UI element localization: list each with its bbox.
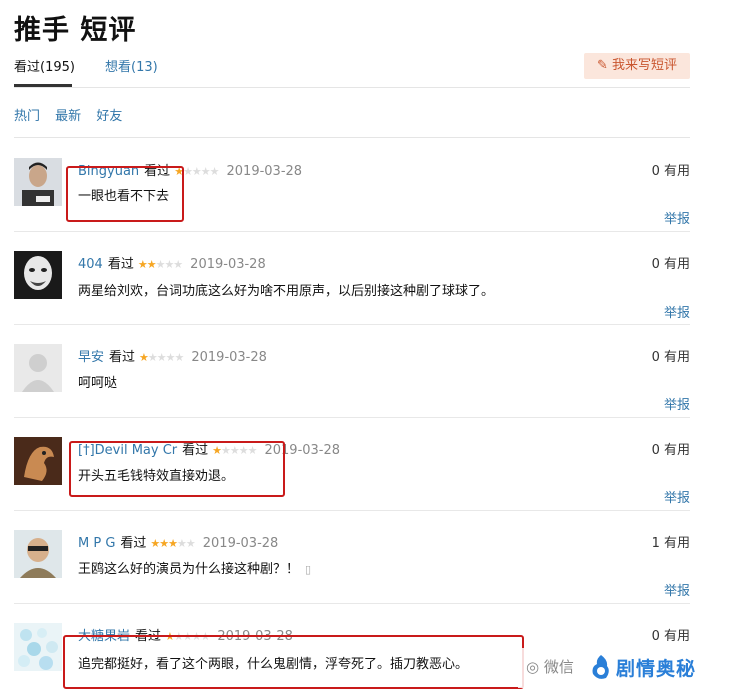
wechat-text: 微信 (543, 658, 574, 676)
highlight-box (63, 635, 524, 689)
highlight-box (66, 166, 184, 222)
watch-status: 看过 (107, 257, 134, 272)
page-title: 推手 短评 (14, 15, 137, 46)
comment-text: 王鸥这么好的演员为什么接这种剧？！ ▯ (78, 558, 311, 577)
brand-name: 剧情奥秘 (616, 658, 697, 680)
report-link[interactable]: 举报 (664, 302, 690, 321)
sort-filters: 热门 最新 好友 (14, 105, 133, 124)
avatar[interactable] (14, 158, 62, 206)
watermark: ◎ 微信 剧情奥秘 (518, 648, 732, 688)
watch-status: 看过 (120, 536, 147, 551)
highlight-box (69, 441, 285, 497)
divider (14, 324, 690, 325)
rating-stars: ★★★★★ (150, 537, 195, 550)
write-review-button[interactable]: ✎ 我来写短评 (584, 53, 690, 79)
comment-meta: 早安 看过 ★★★★★ 2019-03-28 (78, 346, 267, 365)
divider (14, 137, 690, 138)
filter-latest[interactable]: 最新 (55, 109, 81, 124)
comment-meta: 404 看过 ★★★★★ 2019-03-28 (78, 253, 266, 272)
report-link[interactable]: 举报 (664, 208, 690, 227)
comment-meta: M P G 看过 ★★★★★ 2019-03-28 (78, 532, 278, 551)
divider (14, 231, 690, 232)
rating-stars: ★★★★★ (137, 258, 183, 271)
comment-text: 两星给刘欢，台词功底这么好为啥不用原声，以后别接这种剧了球球了。 (78, 284, 495, 299)
avatar[interactable] (14, 437, 62, 485)
username-link[interactable]: 404 (78, 257, 103, 272)
report-link[interactable]: 举报 (664, 394, 690, 413)
avatar[interactable] (14, 344, 62, 392)
write-review-label: 我来写短评 (611, 58, 677, 73)
username-link[interactable]: 早安 (78, 350, 104, 365)
tab-want-to-watch[interactable]: 想看(13) (105, 56, 158, 75)
comment-text-body: 王鸥这么好的演员为什么接这种剧？！ (78, 562, 300, 577)
comment-date: 2019-03-28 (190, 257, 266, 272)
report-link[interactable]: 举报 (664, 487, 690, 506)
wechat-label: ◎ 微信 (526, 658, 574, 676)
divider (14, 510, 690, 511)
brand-logo-icon (590, 654, 612, 680)
useful-vote[interactable]: 0 有用 (652, 346, 690, 365)
report-link[interactable]: 举报 (664, 580, 690, 599)
avatar[interactable] (14, 623, 62, 671)
watch-status: 看过 (109, 350, 136, 365)
pen-icon: ✎ (597, 58, 608, 73)
useful-vote[interactable]: 0 有用 (652, 439, 690, 458)
comment-date: 2019-03-28 (202, 536, 279, 551)
username-link[interactable]: M P G (78, 536, 115, 551)
divider (14, 603, 690, 604)
tab-watched[interactable]: 看过(195) (14, 56, 75, 75)
filter-friends[interactable]: 好友 (96, 109, 122, 124)
filter-hot[interactable]: 热门 (14, 109, 40, 124)
rating-stars: ★★★★★ (139, 351, 184, 364)
avatar[interactable] (14, 251, 62, 299)
phone-icon: ▯ (305, 563, 312, 576)
divider (14, 87, 690, 88)
useful-vote[interactable]: 0 有用 (652, 625, 690, 644)
comment-date: 2019-03-28 (226, 164, 303, 179)
comment-text: 呵呵哒 (78, 376, 118, 391)
useful-vote[interactable]: 0 有用 (652, 160, 690, 179)
avatar[interactable] (14, 530, 62, 578)
divider (14, 417, 690, 418)
comment-date: 2019-03-28 (191, 350, 267, 365)
useful-vote[interactable]: 1 有用 (652, 532, 690, 551)
useful-vote[interactable]: 0 有用 (652, 253, 690, 272)
